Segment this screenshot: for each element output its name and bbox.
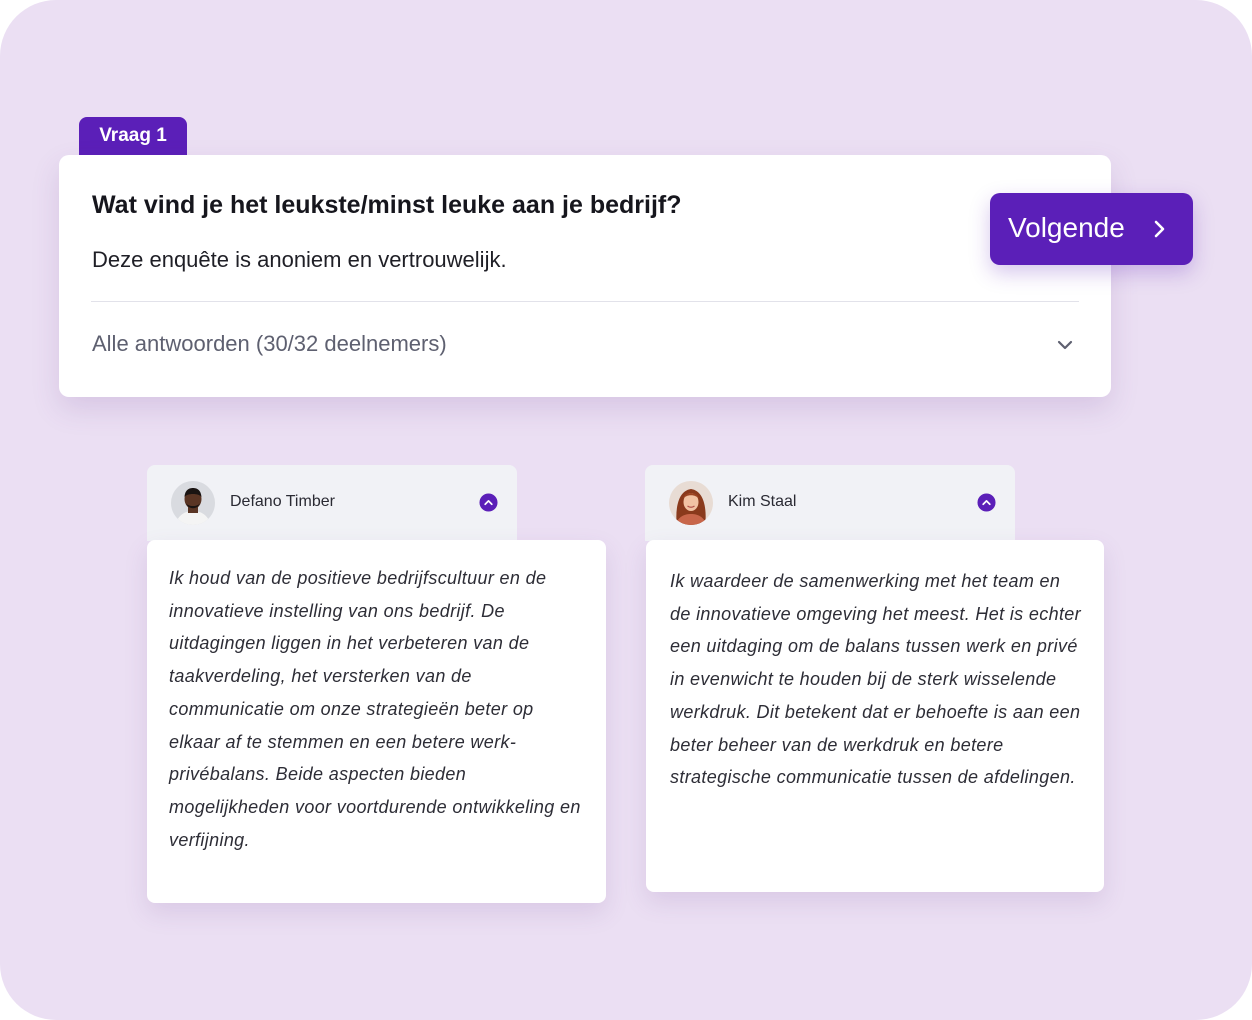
- next-button[interactable]: Volgende: [990, 193, 1193, 265]
- response-card: Ik houd van de positieve bedrijfscultuur…: [147, 540, 606, 903]
- survey-canvas: Vraag 1 Wat vind je het leukste/minst le…: [0, 0, 1252, 1020]
- response-card: Ik waardeer de samenwerking met het team…: [646, 540, 1104, 892]
- chevron-down-icon[interactable]: [1053, 333, 1077, 357]
- response-header[interactable]: Kim Staal: [645, 465, 1015, 541]
- question-title: Wat vind je het leukste/minst leuke aan …: [92, 191, 682, 219]
- divider: [91, 301, 1079, 302]
- response-text: Ik houd van de positieve bedrijfscultuur…: [169, 568, 581, 850]
- question-subtitle: Deze enquête is anoniem en vertrouwelijk…: [92, 247, 507, 272]
- response-text: Ik waardeer de samenwerking met het team…: [670, 571, 1082, 788]
- respondent-name: Defano Timber: [230, 493, 335, 510]
- avatar: [669, 481, 713, 525]
- chevron-right-icon: [1154, 220, 1165, 238]
- avatar: [171, 481, 215, 525]
- chevron-up-circle-icon[interactable]: [977, 493, 996, 512]
- question-card: Wat vind je het leukste/minst leuke aan …: [59, 155, 1111, 397]
- response-header[interactable]: Defano Timber: [147, 465, 517, 541]
- next-button-label: Volgende: [1008, 212, 1125, 243]
- question-number-tab: Vraag 1: [79, 117, 187, 157]
- chevron-up-circle-icon[interactable]: [479, 493, 498, 512]
- all-answers-toggle[interactable]: Alle antwoorden (30/32 deelnemers): [92, 331, 447, 357]
- respondent-name: Kim Staal: [728, 493, 797, 510]
